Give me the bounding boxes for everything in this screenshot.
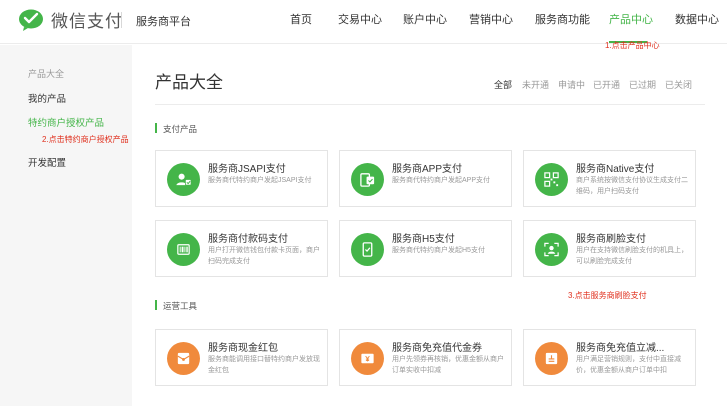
card-title: 服务商免充值代金券 — [392, 343, 482, 354]
nav-transactions[interactable]: 交易中心 — [338, 11, 382, 27]
card-description: 用户先领券再核销，优惠金额从商户订单实收中扣减 — [392, 356, 504, 374]
app-phone-icon — [351, 163, 384, 196]
card-description: 服务商能调用接口替特约商户发放现金红包 — [208, 356, 320, 374]
nav-accounts[interactable]: 账户中心 — [403, 11, 447, 27]
logo-divider — [121, 12, 122, 28]
card-description: 商户系统按微信支付协议生成支付二维码，用户扫码支付 — [576, 177, 688, 195]
nav-marketing[interactable]: 营销中心 — [469, 11, 513, 27]
platform-name: 服务商平台 — [136, 16, 191, 28]
product-card-micropay[interactable]: 服务商付款码支付 用户打开微信钱包付款卡页面，商户扫码完成支付 — [155, 220, 328, 277]
product-card-native[interactable]: 服务商Native支付 商户系统按微信支付协议生成支付二维码，用户扫码支付 — [523, 150, 696, 207]
section-marker — [155, 300, 157, 310]
filter-all[interactable]: 全部 — [494, 78, 512, 91]
sidebar-heading: 产品大全 — [28, 69, 65, 79]
card-title: 服务商免充值立减... — [576, 343, 665, 354]
nav-product-center[interactable]: 产品中心 — [609, 11, 653, 27]
product-card-instant-discount[interactable]: 服务商免充值立减... 用户满足营销规则，支付中直接减价，优惠金额从商户订单中扣 — [523, 329, 696, 386]
wechat-pay-logo-icon — [18, 9, 44, 31]
page-title: 产品大全 — [155, 73, 223, 92]
card-description: 用户在支持微信刷脸支付的机具上，可以刷脸完成支付 — [576, 247, 688, 265]
card-description: 用户打开微信钱包付款卡页面，商户扫码完成支付 — [208, 247, 320, 265]
annotation-step-2: 2.点击特约商户授权产品 — [42, 135, 129, 144]
section-title-payment: 支付产品 — [163, 124, 198, 134]
card-title: 服务商付款码支付 — [208, 234, 288, 245]
sidebar: 产品大全 我的产品 特约商户授权产品 开发配置 — [0, 45, 132, 406]
card-title: 服务商现金红包 — [208, 343, 278, 354]
filter-expired[interactable]: 已过期 — [629, 78, 656, 91]
filter-closed[interactable]: 已关闭 — [665, 78, 692, 91]
product-card-jsapi[interactable]: 服务商JSAPI支付 服务商代特约商户发起JSAPI支付 — [155, 150, 328, 207]
discount-icon — [535, 342, 568, 375]
top-navigation-bar: 微信支付 服务商平台 首页 交易中心 账户中心 营销中心 服务商功能 产品中心 … — [0, 0, 727, 44]
nav-data-center[interactable]: 数据中心 — [675, 11, 719, 27]
wechat-pay-logo[interactable]: 微信支付 — [18, 7, 123, 32]
title-divider — [155, 104, 705, 105]
annotation-step-3: 3.点击服务商刷脸支付 — [568, 291, 647, 300]
sidebar-item-dev-config[interactable]: 开发配置 — [28, 155, 66, 169]
product-card-app[interactable]: 服务商APP支付 服务商代特约商户发起APP支付 — [339, 150, 512, 207]
section-title-tools: 运营工具 — [163, 301, 198, 311]
card-description: 用户满足营销规则，支付中直接减价，优惠金额从商户订单中扣 — [576, 356, 681, 374]
brand-name: 微信支付 — [51, 12, 123, 31]
qrcode-icon — [535, 163, 568, 196]
card-description: 服务商代特约商户发起APP支付 — [392, 177, 491, 184]
sidebar-item-my-products[interactable]: 我的产品 — [28, 91, 66, 105]
card-title: 服务商H5支付 — [392, 234, 455, 245]
product-card-h5[interactable]: 服务商H5支付 服务商代特约商户发起H5支付 — [339, 220, 512, 277]
filter-applying[interactable]: 申请中 — [558, 78, 585, 91]
sidebar-item-authorized-products[interactable]: 特约商户授权产品 — [28, 115, 104, 129]
card-title: 服务商Native支付 — [576, 164, 655, 175]
card-description: 服务商代特约商户发起JSAPI支付 — [208, 177, 312, 184]
filter-opened[interactable]: 已开通 — [593, 78, 620, 91]
face-pay-icon — [535, 233, 568, 266]
annotation-step-1: 1.点击产品中心 — [605, 41, 660, 50]
barcode-icon — [167, 233, 200, 266]
card-title: 服务商APP支付 — [392, 164, 463, 175]
product-card-coupon[interactable]: 服务商免充值代金券 用户先领券再核销，优惠金额从商户订单实收中扣减 — [339, 329, 512, 386]
red-packet-icon — [167, 342, 200, 375]
nav-home[interactable]: 首页 — [290, 11, 312, 27]
product-card-face-pay[interactable]: 服务商刷脸支付 用户在支持微信刷脸支付的机具上，可以刷脸完成支付 — [523, 220, 696, 277]
product-card-cash-red-packet[interactable]: 服务商现金红包 服务商能调用接口替特约商户发放现金红包 — [155, 329, 328, 386]
card-title: 服务商JSAPI支付 — [208, 164, 286, 175]
nav-provider-functions[interactable]: 服务商功能 — [535, 11, 590, 27]
card-description: 服务商代特约商户发起H5支付 — [392, 247, 485, 254]
filter-not-opened[interactable]: 未开通 — [522, 78, 549, 91]
section-marker — [155, 123, 157, 133]
h5-phone-icon — [351, 233, 384, 266]
coupon-icon — [351, 342, 384, 375]
card-title: 服务商刷脸支付 — [576, 234, 646, 245]
user-pay-icon — [167, 163, 200, 196]
